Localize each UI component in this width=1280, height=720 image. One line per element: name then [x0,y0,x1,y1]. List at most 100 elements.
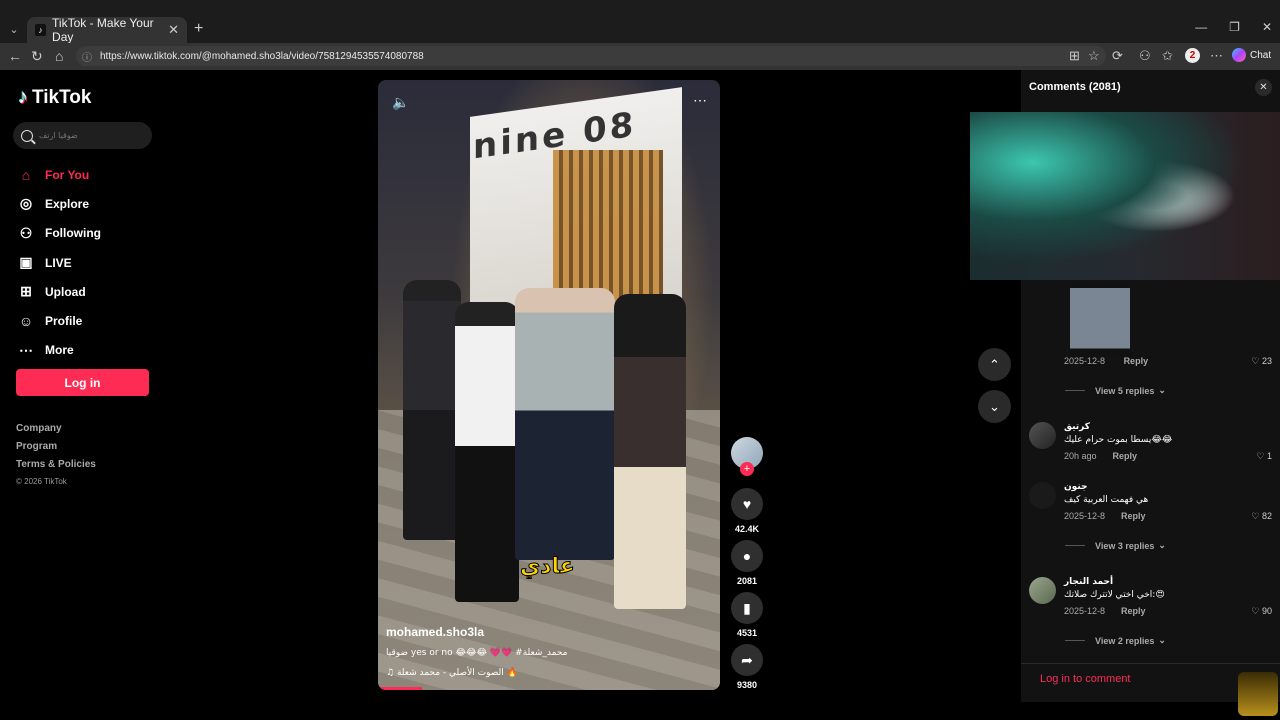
follow-plus-icon[interactable]: + [740,462,754,476]
comment-image-thumbnail[interactable] [1070,282,1130,356]
commenter-name[interactable]: أحمد النجار [1064,577,1113,587]
reload-icon[interactable]: ↻ [31,48,43,65]
video-player[interactable]: nine 08 عادي 🔈 ⋯ mohamed.sho3la ضوقيا ye… [378,80,720,690]
live-icon: ▣ [19,254,33,271]
commenter-avatar[interactable] [1029,577,1056,604]
comment-like[interactable]: ♡ 1 [1256,451,1272,462]
streamer-webcam-overlay [970,112,1280,280]
commenter-name[interactable]: كرتيق [1064,422,1090,432]
footer-link-company[interactable]: Company [16,423,96,441]
login-to-comment-link[interactable]: Log in to comment [1040,673,1131,685]
browser-essentials-icon[interactable]: ⚇ [1139,48,1151,64]
next-video-button[interactable]: ⌄ [978,390,1011,423]
heart-icon[interactable]: ♥ [731,488,763,520]
video-music[interactable]: ♫ الصوت الأصلي - محمد شعلة 🔥 [386,668,518,678]
search-input[interactable] [39,131,139,140]
site-info-icon[interactable]: ⓘ [82,49,92,64]
back-icon[interactable]: ← [8,48,22,64]
commenter-avatar[interactable] [1029,482,1056,509]
sidebar-item-more[interactable]: ⋯ More [18,336,101,365]
copyright-text: © 2026 TikTok [16,477,67,486]
chat-label: Chat [1250,49,1272,61]
browser-tab[interactable]: ♪ TikTok - Make Your Day ✕ [27,16,187,44]
reply-link[interactable]: Reply [1121,606,1146,616]
sidebar-item-profile[interactable]: ☺ Profile [18,306,101,335]
restore-icon[interactable]: ❐ [1229,20,1240,34]
sidebar-item-live[interactable]: ▣ LIVE [18,248,101,277]
raad-watermark-logo [1238,672,1278,716]
heart-outline-icon: ♡ [1251,356,1260,366]
sidebar-item-label: LIVE [45,255,72,270]
save-action[interactable]: ▮ 4531 [731,592,763,638]
view-replies[interactable]: View 5 replies ⌄ [1065,385,1166,396]
home-icon: ⌂ [21,166,31,183]
reply-link[interactable]: Reply [1121,511,1146,521]
sidebar-footer: Company Program Terms & Policies © 2026 … [16,423,96,495]
page-bottom-edge [0,702,1280,720]
favorite-star-icon[interactable]: ☆ [1088,48,1100,64]
share-icon[interactable]: ➦ [731,644,763,676]
user-plus-icon: ⚇ [19,224,33,241]
profile-avatar[interactable]: 2 [1185,48,1200,63]
new-tab-icon[interactable]: + [194,20,203,38]
divider [1065,640,1085,641]
home-browser-icon[interactable]: ⌂ [55,48,63,64]
split-screen-icon[interactable]: ⊞ [1069,48,1080,64]
login-button[interactable]: Log in [16,369,149,396]
favorites-icon[interactable]: ✩ [1162,48,1173,64]
sidebar-item-label: Profile [45,314,83,329]
tiktok-page: ♪ TikTok ⌂ For You ◎ Explore ⚇ Following… [0,70,1280,702]
sidebar-item-explore[interactable]: ◎ Explore [18,189,101,218]
comments-title: Comments (2081) [1029,81,1121,93]
tab-close-icon[interactable]: ✕ [168,22,179,38]
search-icon [21,129,33,142]
reply-link[interactable]: Reply [1124,356,1149,366]
commenter-name[interactable]: جنون [1064,482,1087,492]
footer-link-program[interactable]: Program [16,441,96,459]
comment-like[interactable]: ♡ 23 [1251,356,1272,367]
share-action[interactable]: ➦ 9380 [731,644,763,690]
comment-action[interactable]: ● 2081 [731,540,763,586]
sidebar-nav: ⌂ For You ◎ Explore ⚇ Following ▣ LIVE ⊞… [18,160,101,365]
reply-link[interactable]: Reply [1113,451,1138,461]
minimize-icon[interactable]: — [1195,20,1207,34]
comment-text: اخي اختي لاتترك صلاتك:😍 [1064,590,1165,600]
comment-like[interactable]: ♡ 90 [1251,606,1272,617]
extension-icon[interactable]: ⟳ [1112,48,1123,64]
comment-meta: 2025-12-8 Reply [1064,356,1149,366]
sidebar-item-for-you[interactable]: ⌂ For You [18,160,101,189]
copilot-icon [1232,48,1246,62]
comment-icon[interactable]: ● [731,540,763,572]
sidebar-item-label: For You [45,167,90,182]
footer-link-terms[interactable]: Terms & Policies [16,459,96,477]
bookmark-icon[interactable]: ▮ [731,592,763,624]
video-person [403,280,461,540]
video-overlay-caption: عادي [520,554,576,580]
divider [1065,545,1085,546]
previous-video-button[interactable]: ⌃ [978,348,1011,381]
like-action[interactable]: ♥ 42.4K [731,488,763,534]
heart-outline-icon: ♡ [1251,511,1260,521]
sidebar-item-upload[interactable]: ⊞ Upload [18,277,101,306]
video-author[interactable]: mohamed.sho3la [386,625,484,639]
settings-more-icon[interactable]: ⋯ [1210,48,1223,64]
close-comments-icon[interactable]: ✕ [1255,79,1272,96]
volume-icon[interactable]: 🔈 [392,94,409,111]
tab-actions-menu-icon[interactable]: ⌄ [5,20,23,38]
view-replies[interactable]: View 3 replies ⌄ [1065,540,1166,551]
view-replies[interactable]: View 2 replies ⌄ [1065,635,1166,646]
tiktok-favicon-icon: ♪ [35,24,47,36]
search-box[interactable] [13,122,152,149]
save-count: 4531 [736,628,758,638]
video-more-icon[interactable]: ⋯ [693,92,708,109]
more-icon: ⋯ [19,341,33,358]
comment-like[interactable]: ♡ 82 [1251,511,1272,522]
copilot-chat-button[interactable]: Chat [1232,48,1271,62]
tiktok-logo[interactable]: ♪ TikTok [18,86,91,109]
video-progress-bar[interactable] [378,687,423,690]
commenter-avatar[interactable] [1029,422,1056,449]
comment-text: يسطا بموت حرام عليك😂😂 [1064,435,1173,445]
url-field[interactable]: ⓘ https://www.tiktok.com/@mohamed.sho3la… [76,46,1106,66]
sidebar-item-following[interactable]: ⚇ Following [18,219,101,248]
window-close-icon[interactable]: ✕ [1262,20,1272,34]
